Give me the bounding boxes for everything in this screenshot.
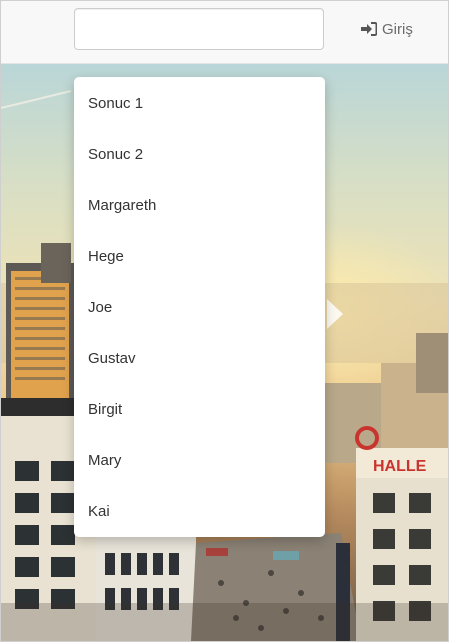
store-sign: HALLE	[373, 458, 427, 475]
search-results-dropdown: Sonuc 1 Sonuc 2 Margareth Hege Joe Gusta…	[74, 77, 325, 537]
search-input[interactable]	[74, 8, 324, 50]
login-label: Giriş	[382, 20, 413, 38]
top-navbar: Giriş	[1, 1, 448, 64]
dropdown-item[interactable]: Sonuc 1	[74, 78, 325, 129]
login-link[interactable]: Giriş	[361, 18, 413, 40]
dropdown-item[interactable]: Kai	[74, 486, 325, 537]
dropdown-item[interactable]: Birgit	[74, 384, 325, 435]
dropdown-item[interactable]: Hege	[74, 231, 325, 282]
app-frame: Giriş HALLE Sonuc 1 Sonuc 2 Margareth He…	[0, 0, 449, 642]
dropdown-item[interactable]: Margareth	[74, 180, 325, 231]
carousel-next-arrow-icon[interactable]	[327, 299, 343, 334]
dropdown-item[interactable]: Sonuc 2	[74, 129, 325, 180]
dropdown-item[interactable]: Gustav	[74, 333, 325, 384]
dropdown-item[interactable]: Mary	[74, 435, 325, 486]
dropdown-item[interactable]: Joe	[74, 282, 325, 333]
sign-in-icon	[361, 22, 377, 36]
